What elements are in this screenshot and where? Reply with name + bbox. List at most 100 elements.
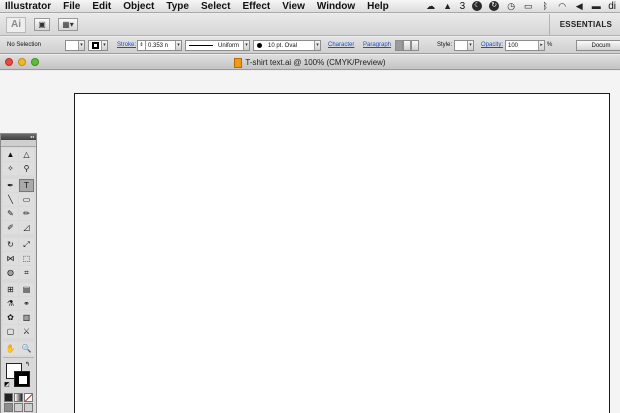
go-to-bridge-button[interactable]: ▣ <box>34 18 50 31</box>
slice-tool[interactable]: ⚔ <box>19 325 34 338</box>
paintbrush-tool[interactable]: ✎ <box>3 207 18 220</box>
default-fill-stroke-icon[interactable]: ◩ <box>4 381 10 388</box>
line-segment-tool[interactable]: ╲ <box>3 193 18 206</box>
selection-tool[interactable]: ▲ <box>3 148 18 161</box>
align-center-button[interactable] <box>403 40 411 51</box>
opacity-percent: % <box>547 42 553 48</box>
mesh-tool[interactable]: ⊞ <box>3 283 18 296</box>
stepper-icon[interactable]: ⇕ <box>138 41 146 50</box>
oval-brush-icon <box>257 43 262 48</box>
opacity-panel-link[interactable]: Opacity: <box>481 40 503 51</box>
chevron-down-icon: ▾ <box>314 41 320 50</box>
bridge-icon: ▣ <box>38 20 46 29</box>
document-title: T-shirt text.ai @ 100% (CMYK/Preview) <box>245 58 386 67</box>
gradient-tool[interactable]: ▤ <box>19 283 34 296</box>
menu-window[interactable]: Window <box>311 0 361 13</box>
opacity-value: 100 <box>508 43 519 49</box>
bluetooth-icon[interactable]: ᛒ <box>540 1 550 11</box>
collapse-icon[interactable]: ◂◂ <box>30 134 34 139</box>
tools-panel-grip[interactable] <box>1 140 36 147</box>
draw-inside-button[interactable] <box>24 403 33 412</box>
character-panel-link[interactable]: Character <box>328 40 354 51</box>
display-icon[interactable]: ▭ <box>523 1 533 11</box>
canvas-area[interactable] <box>0 71 620 413</box>
tools-panel: ◂◂ ▲ △ ✧ ⚲ ✒ T ╲ ▭ ✎ ✏ ✐ ◿ ↻ ⤢ ⋈ ⬚ ◍ ⌗ ⊞ ▤ ⚗ ⚭ ✿ ▥ ▢ ⚔ ✋ 🔍 ↰ ◩ <box>0 133 37 413</box>
status-area: ☁ ▲ 3 ☾ ↻ ◷ ▭ ᛒ ◠ ◀ ▬ di <box>426 1 620 12</box>
user-name[interactable]: di <box>608 1 616 12</box>
adobe-count: 3 <box>459 0 466 12</box>
rectangle-tool[interactable]: ▭ <box>19 193 34 206</box>
opacity-input[interactable]: 100 ▸ <box>505 40 545 51</box>
menu-type[interactable]: Type <box>160 0 195 13</box>
menu-illustrator[interactable]: Illustrator <box>0 0 57 13</box>
adobe-icon[interactable]: ▲ <box>443 1 453 11</box>
sync-icon[interactable]: ↻ <box>489 1 500 11</box>
draw-behind-button[interactable] <box>14 403 23 412</box>
tool-row: ✎ ✏ <box>1 207 36 220</box>
eraser-tool[interactable]: ◿ <box>19 221 34 234</box>
menu-bar: Illustrator File Edit Object Type Select… <box>0 0 620 13</box>
swap-fill-stroke-icon[interactable]: ↰ <box>25 361 30 368</box>
menu-view[interactable]: View <box>276 0 311 13</box>
moon-icon[interactable]: ☾ <box>472 1 483 11</box>
blob-brush-tool[interactable]: ✐ <box>3 221 18 234</box>
artboard[interactable] <box>74 93 610 413</box>
tool-row: ⋈ ⬚ <box>1 252 36 265</box>
pen-tool[interactable]: ✒ <box>3 179 18 192</box>
draw-normal-button[interactable] <box>4 403 13 412</box>
time-machine-icon[interactable]: ◷ <box>506 1 516 11</box>
align-buttons <box>395 40 419 51</box>
tool-row: ↻ ⤢ <box>1 238 36 251</box>
gradient-mode-button[interactable] <box>14 393 23 402</box>
free-transform-tool[interactable]: ⬚ <box>19 252 34 265</box>
artboard-tool[interactable]: ▢ <box>3 325 18 338</box>
draw-mode-buttons <box>1 403 36 412</box>
variable-width-profile-dropdown[interactable]: Uniform ▾ <box>185 40 250 51</box>
graphic-style-dropdown[interactable]: ▾ <box>454 40 474 51</box>
width-tool[interactable]: ⋈ <box>3 252 18 265</box>
fill-color-dropdown[interactable]: ▾ <box>65 40 85 51</box>
battery-icon[interactable]: ▬ <box>591 1 601 11</box>
menu-select[interactable]: Select <box>195 0 236 13</box>
wifi-icon[interactable]: ◠ <box>557 1 567 11</box>
align-left-button[interactable] <box>395 40 403 51</box>
workspace-switcher[interactable]: ESSENTIALS <box>548 13 620 36</box>
volume-icon[interactable]: ◀ <box>574 1 584 11</box>
symbol-sprayer-tool[interactable]: ✿ <box>3 311 18 324</box>
stroke-panel-link[interactable]: Stroke: <box>117 40 136 51</box>
paragraph-panel-link[interactable]: Paragraph <box>363 40 391 51</box>
perspective-grid-tool[interactable]: ⌗ <box>19 266 34 279</box>
stroke-color-dropdown[interactable]: ▾ <box>88 40 108 51</box>
none-mode-button[interactable] <box>24 393 33 402</box>
menu-help[interactable]: Help <box>361 0 395 13</box>
color-mode-button[interactable] <box>4 393 13 402</box>
hand-tool[interactable]: ✋ <box>3 342 18 355</box>
shape-builder-tool[interactable]: ◍ <box>3 266 18 279</box>
lasso-tool[interactable]: ⚲ <box>19 162 34 175</box>
eyedropper-tool[interactable]: ⚗ <box>3 297 18 310</box>
stroke-weight-input[interactable]: 0.353 n ⇕ ▾ <box>137 40 182 51</box>
zoom-tool[interactable]: 🔍 <box>19 342 34 355</box>
creative-cloud-icon[interactable]: ☁ <box>426 1 436 11</box>
profile-label: Uniform <box>218 43 240 49</box>
rotate-tool[interactable]: ↻ <box>3 238 18 251</box>
document-setup-button[interactable]: Docum <box>576 40 620 51</box>
scale-tool[interactable]: ⤢ <box>19 238 34 251</box>
menu-effect[interactable]: Effect <box>236 0 276 13</box>
brush-definition-dropdown[interactable]: 10 pt. Oval ▾ <box>253 40 321 51</box>
menu-edit[interactable]: Edit <box>86 0 117 13</box>
align-right-button[interactable] <box>411 40 419 51</box>
magic-wand-tool[interactable]: ✧ <box>3 162 18 175</box>
direct-selection-tool[interactable]: △ <box>19 148 34 161</box>
type-tool[interactable]: T <box>19 179 34 192</box>
chevron-down-icon: ▾ <box>101 41 107 50</box>
pencil-tool[interactable]: ✏ <box>19 207 34 220</box>
column-graph-tool[interactable]: ▥ <box>19 311 34 324</box>
blend-tool[interactable]: ⚭ <box>19 297 34 310</box>
chevron-right-icon: ▸ <box>538 41 544 50</box>
menu-file[interactable]: File <box>57 0 86 13</box>
tool-grid: ▲ △ ✧ ⚲ ✒ T ╲ ▭ ✎ ✏ ✐ ◿ ↻ ⤢ ⋈ ⬚ ◍ ⌗ ⊞ ▤ ⚗ ⚭ ✿ ▥ ▢ ⚔ ✋ 🔍 <box>1 148 36 355</box>
arrange-documents-button[interactable]: ▦▾ <box>58 18 78 31</box>
menu-object[interactable]: Object <box>117 0 160 13</box>
stroke-swatch[interactable] <box>14 371 30 387</box>
